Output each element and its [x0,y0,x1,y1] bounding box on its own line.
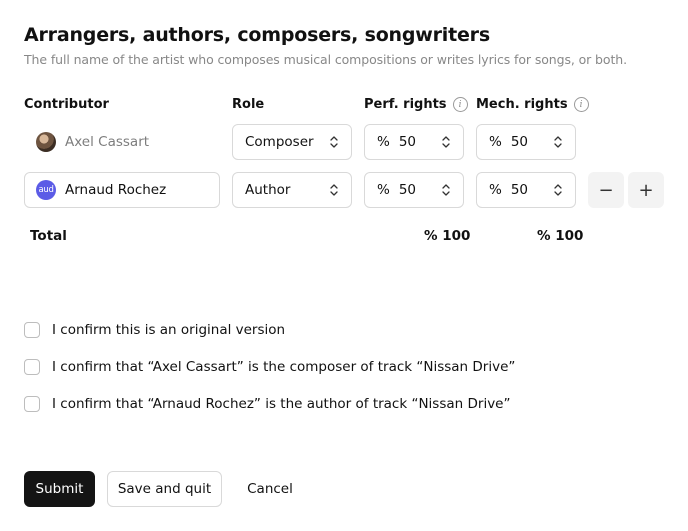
total-mech-rights: % 100 [537,228,584,244]
chevron-up-down-icon[interactable] [554,135,562,149]
chevron-up-down-icon[interactable] [442,183,450,197]
column-header-perf-rights: Perf. rights i [364,97,468,112]
contributor-name: Arnaud Rochez [65,182,167,198]
confirm-original-checkbox[interactable] [24,322,40,338]
confirm-author-checkbox[interactable] [24,396,40,412]
chevron-up-down-icon [330,135,338,149]
confirm-original-row[interactable]: I confirm this is an original version [24,322,285,338]
contributor-name: Axel Cassart [65,134,150,150]
percent-symbol: % [489,134,502,150]
mech-rights-value: 50 [510,134,529,150]
perf-rights-value: 50 [398,182,417,198]
chevron-up-down-icon [330,183,338,197]
role-select[interactable]: Composer [232,124,352,160]
perf-rights-input[interactable]: % 50 [364,172,464,208]
column-header-mech-rights-label: Mech. rights [476,97,568,112]
column-header-mech-rights: Mech. rights i [476,97,589,112]
column-header-contributor-label: Contributor [24,97,109,112]
mech-rights-input[interactable]: % 50 [476,124,576,160]
confirm-author-label: I confirm that “Arnaud Rochez” is the au… [52,396,511,412]
role-value: Composer [245,134,314,150]
total-perf-rights: % 100 [424,228,471,244]
role-select[interactable]: Author [232,172,352,208]
role-value: Author [245,182,291,198]
confirm-author-row[interactable]: I confirm that “Arnaud Rochez” is the au… [24,396,510,412]
confirm-composer-label: I confirm that “Axel Cassart” is the com… [52,359,516,375]
add-contributor-button[interactable]: + [628,172,664,208]
contributor-field: Axel Cassart [24,124,220,160]
percent-symbol: % [377,182,390,198]
column-header-perf-rights-label: Perf. rights [364,97,447,112]
column-header-role: Role [232,97,264,112]
avatar [36,132,56,152]
percent-symbol: % [377,134,390,150]
confirm-composer-row[interactable]: I confirm that “Axel Cassart” is the com… [24,359,515,375]
chevron-up-down-icon[interactable] [554,183,562,197]
column-header-role-label: Role [232,97,265,112]
contributor-field[interactable]: aud Arnaud Rochez [24,172,220,208]
perf-rights-input[interactable]: % 50 [364,124,464,160]
confirm-composer-checkbox[interactable] [24,359,40,375]
section-title: Arrangers, authors, composers, songwrite… [24,24,490,46]
perf-rights-value: 50 [398,134,417,150]
info-icon[interactable]: i [573,97,589,112]
column-header-contributor: Contributor [24,97,109,112]
mech-rights-value: 50 [510,182,529,198]
info-icon[interactable]: i [452,97,468,112]
avatar: aud [36,180,56,200]
submit-button[interactable]: Submit [24,471,95,507]
total-label: Total [30,228,67,244]
cancel-button[interactable]: Cancel [236,471,304,507]
remove-contributor-button[interactable]: − [588,172,624,208]
section-subtitle: The full name of the artist who composes… [24,52,627,67]
confirm-original-label: I confirm this is an original version [52,322,286,338]
save-and-quit-button[interactable]: Save and quit [107,471,222,507]
chevron-up-down-icon[interactable] [442,135,450,149]
mech-rights-input[interactable]: % 50 [476,172,576,208]
percent-symbol: % [489,182,502,198]
